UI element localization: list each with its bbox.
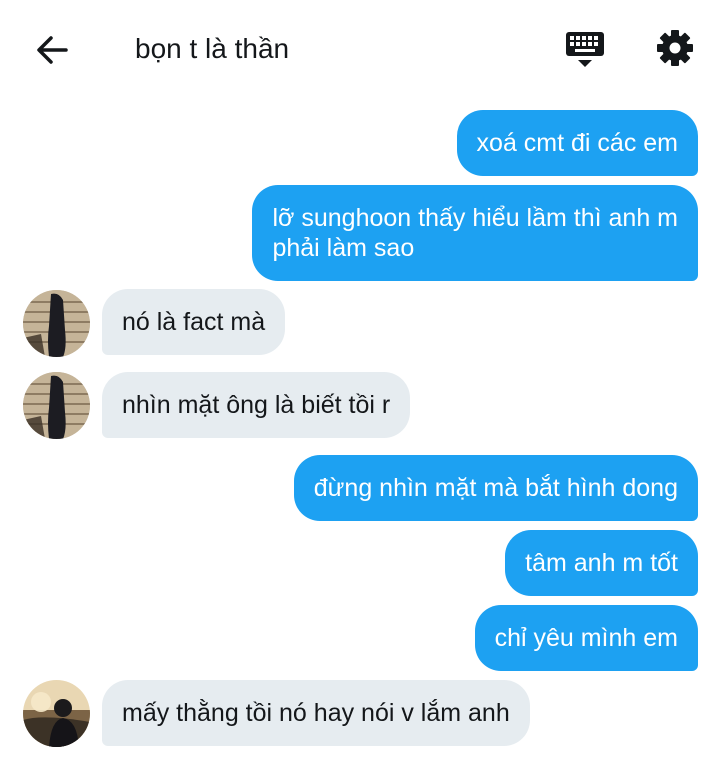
settings-button[interactable] [653,26,697,70]
outgoing-message[interactable]: đừng nhìn mặt mà bắt hình dong [293,455,698,521]
incoming-message[interactable]: nhìn mặt ông là biết tồi r [102,372,411,438]
avatar[interactable] [23,290,90,357]
outgoing-message[interactable]: xoá cmt đi các em [456,110,698,176]
outgoing-message[interactable]: chỉ yêu mình em [474,605,698,671]
message-line: phải làm sao [272,234,415,262]
back-button[interactable] [30,28,74,72]
avatar[interactable] [23,372,90,439]
avatar-image [23,290,90,357]
avatar[interactable] [23,680,90,747]
arrow-left-icon [37,36,68,64]
outgoing-message[interactable]: lỡ sunghoon thấy hiểu lầm thì anh m phải… [252,185,698,281]
conversation-title: bọn t là thần [135,33,290,64]
avatar-image [23,680,90,747]
message-line: lỡ sunghoon thấy hiểu lầm thì anh m [272,204,678,232]
outgoing-message[interactable]: tâm anh m tốt [505,530,698,596]
incoming-message[interactable]: nó là fact mà [102,289,286,355]
avatar-image [23,372,90,439]
chat-header: bọn t là thần [0,0,719,96]
gear-icon [657,30,693,66]
incoming-message[interactable]: mấy thằng tồi nó hay nói v lắm anh [102,680,530,746]
keyboard-icon [566,32,604,67]
keyboard-button[interactable] [562,26,608,72]
